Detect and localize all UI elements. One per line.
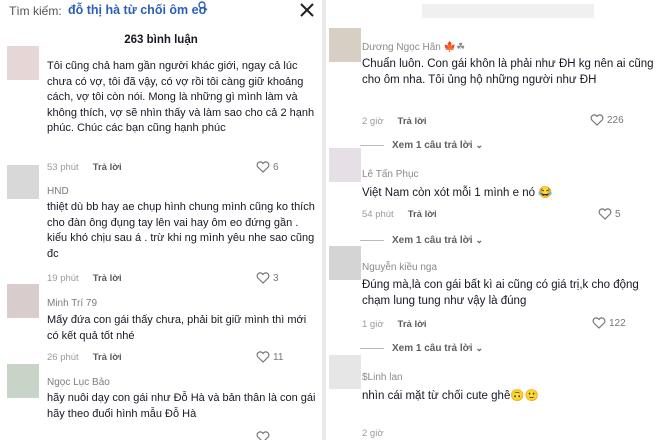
comment: Dương Ngọc Hân 🍁☘ Chuẩn luôn. Con gái kh… [362, 42, 657, 88]
like-button[interactable]: 3 [256, 272, 279, 284]
like-button[interactable]: 122 [592, 317, 626, 329]
avatar[interactable] [329, 246, 361, 280]
comment-meta: 2 giờ Trả lời [362, 116, 426, 127]
comment-author[interactable]: Minh Trí 79 [47, 298, 319, 309]
search-label: Tìm kiếm: [9, 4, 62, 18]
comment-text: Việt Nam còn xót mỗi 1 mình e nó 😂 [362, 187, 553, 199]
comment-time: 1 giờ [362, 319, 384, 330]
view-replies-button[interactable]: Xem 1 câu trả lời ⌄ [360, 235, 483, 246]
comment-author[interactable]: Dương Ngọc Hân 🍁☘ [362, 42, 657, 53]
like-button[interactable]: 226 [590, 114, 624, 126]
comment-author[interactable]: Lê Tấn Phục [362, 169, 657, 180]
comment-text: thiệt dù bb hay ae chụp hình chung mình … [47, 201, 315, 260]
comment-meta: 19 phút Trả lời [47, 273, 122, 284]
emoji-decoration: 🍁☘ [443, 42, 466, 53]
avatar[interactable] [7, 284, 39, 318]
search-query-link[interactable]: đỗ thị hà từ chối ôm eo [68, 3, 206, 17]
avatar[interactable] [329, 355, 361, 389]
comment: Tôi cũng chả ham gần người khác giới, ng… [47, 59, 317, 137]
reply-button[interactable]: Trả lời [93, 352, 122, 363]
comment-author[interactable]: HND [47, 186, 319, 197]
like-button[interactable]: 5 [598, 208, 621, 220]
avatar[interactable] [329, 148, 361, 182]
heart-icon [256, 272, 270, 284]
comment-meta: 2 giờ [362, 428, 384, 439]
comment-text: Đúng mà,là con gái bất kì ai cũng có giá… [362, 279, 639, 307]
comment: HND thiệt dù bb hay ae chụp hình chung m… [47, 186, 319, 262]
comment: $Linh lan nhìn cái mặt từ chối cute ghê🙃… [362, 372, 657, 404]
like-button[interactable]: 11 [256, 351, 283, 363]
comment-meta: 54 phút Trả lời [362, 209, 437, 220]
comment: Minh Trí 79 Mấy đứa con gái thấy chưa, p… [47, 298, 319, 344]
comment-text: Mấy đứa con gái thấy chưa, phải bit giữ … [47, 314, 307, 342]
comment-meta: 1 giờ Trả lời [362, 319, 426, 330]
reply-button[interactable]: Trả lời [408, 209, 437, 220]
comment-author[interactable]: Ngọc Lục Bảo [47, 377, 319, 388]
comment-text: Chuẩn luôn. Con gái khôn là phải như ĐH … [362, 58, 654, 86]
divider [360, 239, 384, 241]
heart-icon [256, 161, 270, 173]
chevron-down-icon: ⌄ [475, 235, 484, 245]
comment-author[interactable]: Nguyễn kiều nga [362, 262, 660, 273]
comment-time: 2 giờ [362, 428, 384, 439]
comments-panel-right: Dương Ngọc Hân 🍁☘ Chuẩn luôn. Con gái kh… [326, 0, 660, 440]
like-button[interactable] [256, 431, 273, 440]
comment: Lê Tấn Phục Việt Nam còn xót mỗi 1 mình … [362, 169, 657, 201]
reply-button[interactable]: Trả lời [93, 162, 122, 173]
comment-text: Tôi cũng chả ham gần người khác giới, ng… [47, 60, 315, 134]
view-replies-button[interactable]: Xem 1 câu trả lời ⌄ [360, 140, 483, 151]
like-count: 3 [273, 272, 279, 284]
like-count: 5 [615, 208, 621, 220]
like-count: 122 [609, 317, 626, 329]
like-count: 6 [273, 161, 279, 173]
comment: Nguyễn kiều nga Đúng mà,là con gái bất k… [362, 262, 660, 309]
heart-icon [256, 431, 270, 440]
like-button[interactable]: 6 [256, 161, 279, 173]
heart-icon [256, 351, 270, 363]
comment-count: 263 bình luận [124, 34, 198, 46]
view-replies-button[interactable]: Xem 1 câu trả lời ⌄ [360, 343, 483, 354]
avatar[interactable] [329, 28, 361, 62]
avatar[interactable] [7, 165, 39, 199]
chevron-down-icon: ⌄ [475, 140, 484, 150]
comment-time: 26 phút [47, 352, 79, 363]
chevron-down-icon: ⌄ [475, 343, 484, 353]
comment-meta: 26 phút Trả lời [47, 352, 122, 363]
like-count: 11 [273, 351, 284, 363]
close-icon[interactable] [297, 0, 317, 20]
comments-panel-left: Tìm kiếm: đỗ thị hà từ chối ôm eo 263 bì… [0, 0, 322, 440]
divider [360, 144, 384, 146]
comment-text: nhìn cái mặt từ chối cute ghê🙃🙂 [362, 390, 539, 402]
reply-button[interactable]: Trả lời [398, 116, 427, 127]
comment-text: hãy nuôi dạy con gái như Đỗ Hà và bản th… [47, 392, 316, 420]
comment-time: 2 giờ [362, 116, 384, 127]
reply-button[interactable]: Trả lời [93, 273, 122, 284]
comment-time: 53 phút [47, 162, 79, 173]
avatar[interactable] [7, 364, 39, 398]
search-icon [198, 1, 208, 11]
reply-button[interactable]: Trả lời [398, 319, 427, 330]
search-header: Tìm kiếm: đỗ thị hà từ chối ôm eo [0, 0, 322, 28]
heart-icon [590, 114, 604, 126]
heart-icon [598, 208, 612, 220]
comment: Ngọc Lục Bảo hãy nuôi dạy con gái như Đỗ… [47, 377, 319, 422]
blurred-area [422, 4, 594, 18]
like-count: 226 [607, 114, 624, 126]
comment-time: 19 phút [47, 273, 79, 284]
comment-author[interactable]: $Linh lan [362, 372, 657, 383]
comment-time: 54 phút [362, 209, 394, 220]
divider [360, 347, 384, 349]
comment-meta: 53 phút Trả lời [47, 162, 122, 173]
heart-icon [592, 317, 606, 329]
avatar[interactable] [7, 46, 39, 80]
